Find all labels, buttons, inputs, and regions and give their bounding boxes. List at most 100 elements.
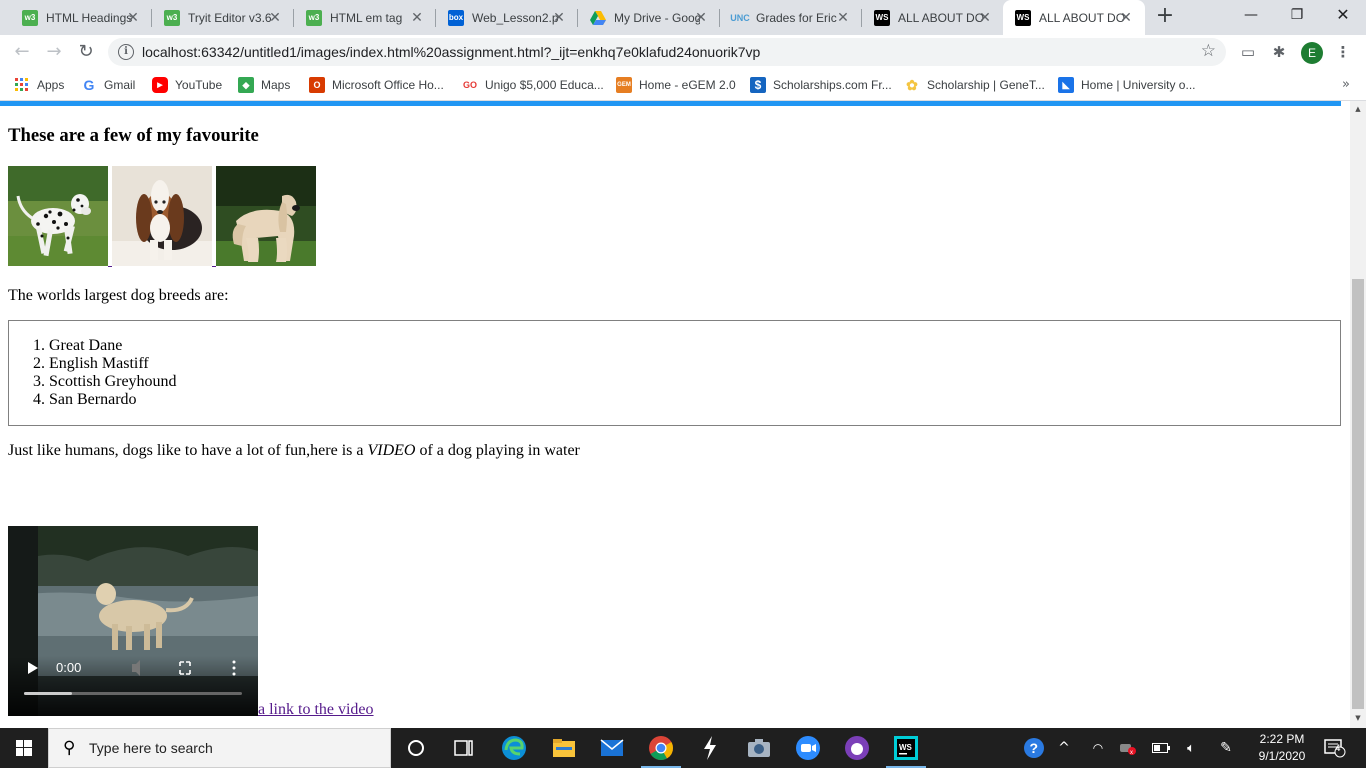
forward-button[interactable]: → [42,40,66,64]
purple-app-icon [845,736,869,760]
tab-html-em-tag[interactable]: w3 HTML em tag ✕ [294,0,436,35]
afghan-hound-image[interactable] [216,166,316,266]
bookmark-youtube[interactable]: ▶ YouTube [152,75,222,95]
video-player[interactable]: 0:00 [8,526,258,716]
taskbar-zoom[interactable] [784,728,832,768]
restore-button[interactable]: ❐ [1274,0,1320,30]
cortana-button[interactable] [392,728,440,768]
google-drive-icon [590,10,606,26]
url-text[interactable]: localhost:63342/untitled1/images/index.h… [142,44,760,60]
profile-avatar[interactable]: E [1301,42,1323,64]
tab-tryit-editor[interactable]: w3 Tryit Editor v3.6 ✕ [152,0,294,35]
taskbar-clock[interactable]: 2:22 PM 9/1/2020 [1250,731,1314,765]
close-icon[interactable]: ✕ [1119,10,1133,24]
start-button[interactable] [0,728,48,768]
bookmark-university[interactable]: ◣ Home | University o... [1058,75,1195,95]
video-link[interactable]: a link to the video [258,701,374,719]
basset-hound-image[interactable] [112,166,212,266]
breeds-intro-text: The worlds largest dog breeds are: [8,287,229,304]
tab-all-about-dogs-1[interactable]: WS ALL ABOUT DOGS ✕ [862,0,1004,35]
unc-icon: UNC [730,12,750,23]
taskbar-app-bolt[interactable] [686,728,734,768]
more-options-icon[interactable] [232,660,236,664]
taskbar-file-explorer[interactable] [540,728,588,768]
close-icon[interactable]: ✕ [836,10,850,24]
bookmark-egem[interactable]: GEM Home - eGEM 2.0 [616,75,736,95]
taskbar-webstorm[interactable]: WS [882,728,930,768]
volume-icon[interactable]: 🔈︎ [1180,728,1202,768]
bookmark-label: Scholarships.com Fr... [773,78,892,92]
tab-web-lesson2[interactable]: box Web_Lesson2.pptx ✕ [436,0,578,35]
back-button[interactable]: ← [10,40,34,64]
google-icon: G [83,77,95,93]
taskbar-camera[interactable] [735,728,783,768]
wifi-icon[interactable]: ◠ [1086,728,1110,768]
cortana-icon [408,740,424,756]
info-icon[interactable]: i [118,44,134,60]
cast-icon[interactable]: ▭ [1238,42,1258,62]
scroll-up-arrow-icon[interactable]: ▲ [1353,105,1363,115]
apps-grid-icon [14,77,30,93]
window-close-button[interactable]: ✕ [1320,0,1366,30]
tab-label: My Drive - Google Drive [614,10,700,25]
taskbar-mail[interactable] [588,728,636,768]
bookmark-unigo[interactable]: GO Unigo $5,000 Educa... [462,75,604,95]
bookmark-label: Home | University o... [1081,78,1196,92]
tab-html-headings[interactable]: w3 HTML Headings ✕ [10,0,152,35]
bookmark-label: Scholarship | GeneT... [927,78,1045,92]
help-tray-icon[interactable]: ? [1020,728,1048,768]
close-icon[interactable]: ✕ [978,10,992,24]
action-center-button[interactable]: 4 [1320,728,1350,768]
bookmark-gmail[interactable]: G Gmail [81,75,136,95]
task-view-button[interactable] [440,728,488,768]
webstorm-icon: WS [1015,9,1031,26]
bookmark-scholarships[interactable]: $ Scholarships.com Fr... [750,75,892,95]
menu-icon[interactable]: ⋮ [1333,42,1353,62]
address-bar[interactable]: i localhost:63342/untitled1/images/index… [108,38,1226,66]
page-heading: These are a few of my favourite [8,125,259,146]
list-item: Scottish Greyhound [49,373,177,391]
tab-my-drive[interactable]: My Drive - Google Drive ✕ [578,0,720,35]
bookmark-apps[interactable]: Apps [14,75,64,95]
page-scrollbar[interactable]: ▲ ▼ [1350,101,1366,728]
extensions-icon[interactable]: ✱ [1269,42,1289,62]
fun-text-end: of a dog playing in water [415,442,580,459]
more-bookmarks-icon[interactable]: » [1342,77,1350,92]
close-icon[interactable]: ✕ [694,10,708,24]
tab-strip: w3 HTML Headings ✕ w3 Tryit Editor v3.6 … [0,0,1366,35]
camera-icon [748,739,770,757]
taskbar-chrome[interactable] [637,728,685,768]
close-icon[interactable]: ✕ [126,10,140,24]
w3schools-icon: w3 [22,9,38,26]
bookmark-star-icon[interactable]: ☆ [1201,41,1216,61]
mail-icon [600,739,624,756]
tab-grades[interactable]: UNC Grades for Eric ✕ [720,0,862,35]
minimize-button[interactable]: — [1228,0,1274,30]
taskbar-app-purple[interactable] [833,728,881,768]
bookmark-genet[interactable]: ✿ Scholarship | GeneT... [904,75,1045,95]
edge-icon [502,736,526,760]
network-error-icon[interactable]: x [1116,728,1140,768]
tab-label: HTML em tag [330,10,403,25]
close-icon[interactable]: ✕ [410,10,424,24]
tab-label: Tryit Editor v3.6 [188,10,272,25]
taskbar-search-box[interactable]: ⚲ Type here to search [48,728,391,768]
show-hidden-icons-chevron-up-icon[interactable]: ^ [1052,728,1076,768]
bookmark-office[interactable]: O Microsoft Office Ho... [309,75,444,95]
battery-icon[interactable] [1150,728,1172,768]
close-icon[interactable]: ✕ [268,10,282,24]
help-icon: ? [1024,738,1044,758]
bookmark-label: Unigo $5,000 Educa... [485,78,604,92]
scroll-thumb[interactable] [1352,279,1364,709]
pen-icon[interactable]: ✎ [1214,728,1238,768]
tab-all-about-dogs-active[interactable]: WS ALL ABOUT DOGS ✕ [1003,0,1145,35]
scroll-down-arrow-icon[interactable]: ▼ [1353,714,1363,724]
taskbar-edge[interactable] [490,728,538,768]
new-tab-button[interactable]: + [1154,5,1176,28]
university-icon: ◣ [1058,77,1074,93]
reload-button[interactable]: ↻ [74,40,98,64]
genet-icon: ✿ [906,76,918,93]
list-item: San Bernardo [49,391,177,409]
bookmark-maps[interactable]: ◆ Maps [238,75,290,95]
close-icon[interactable]: ✕ [552,10,566,24]
